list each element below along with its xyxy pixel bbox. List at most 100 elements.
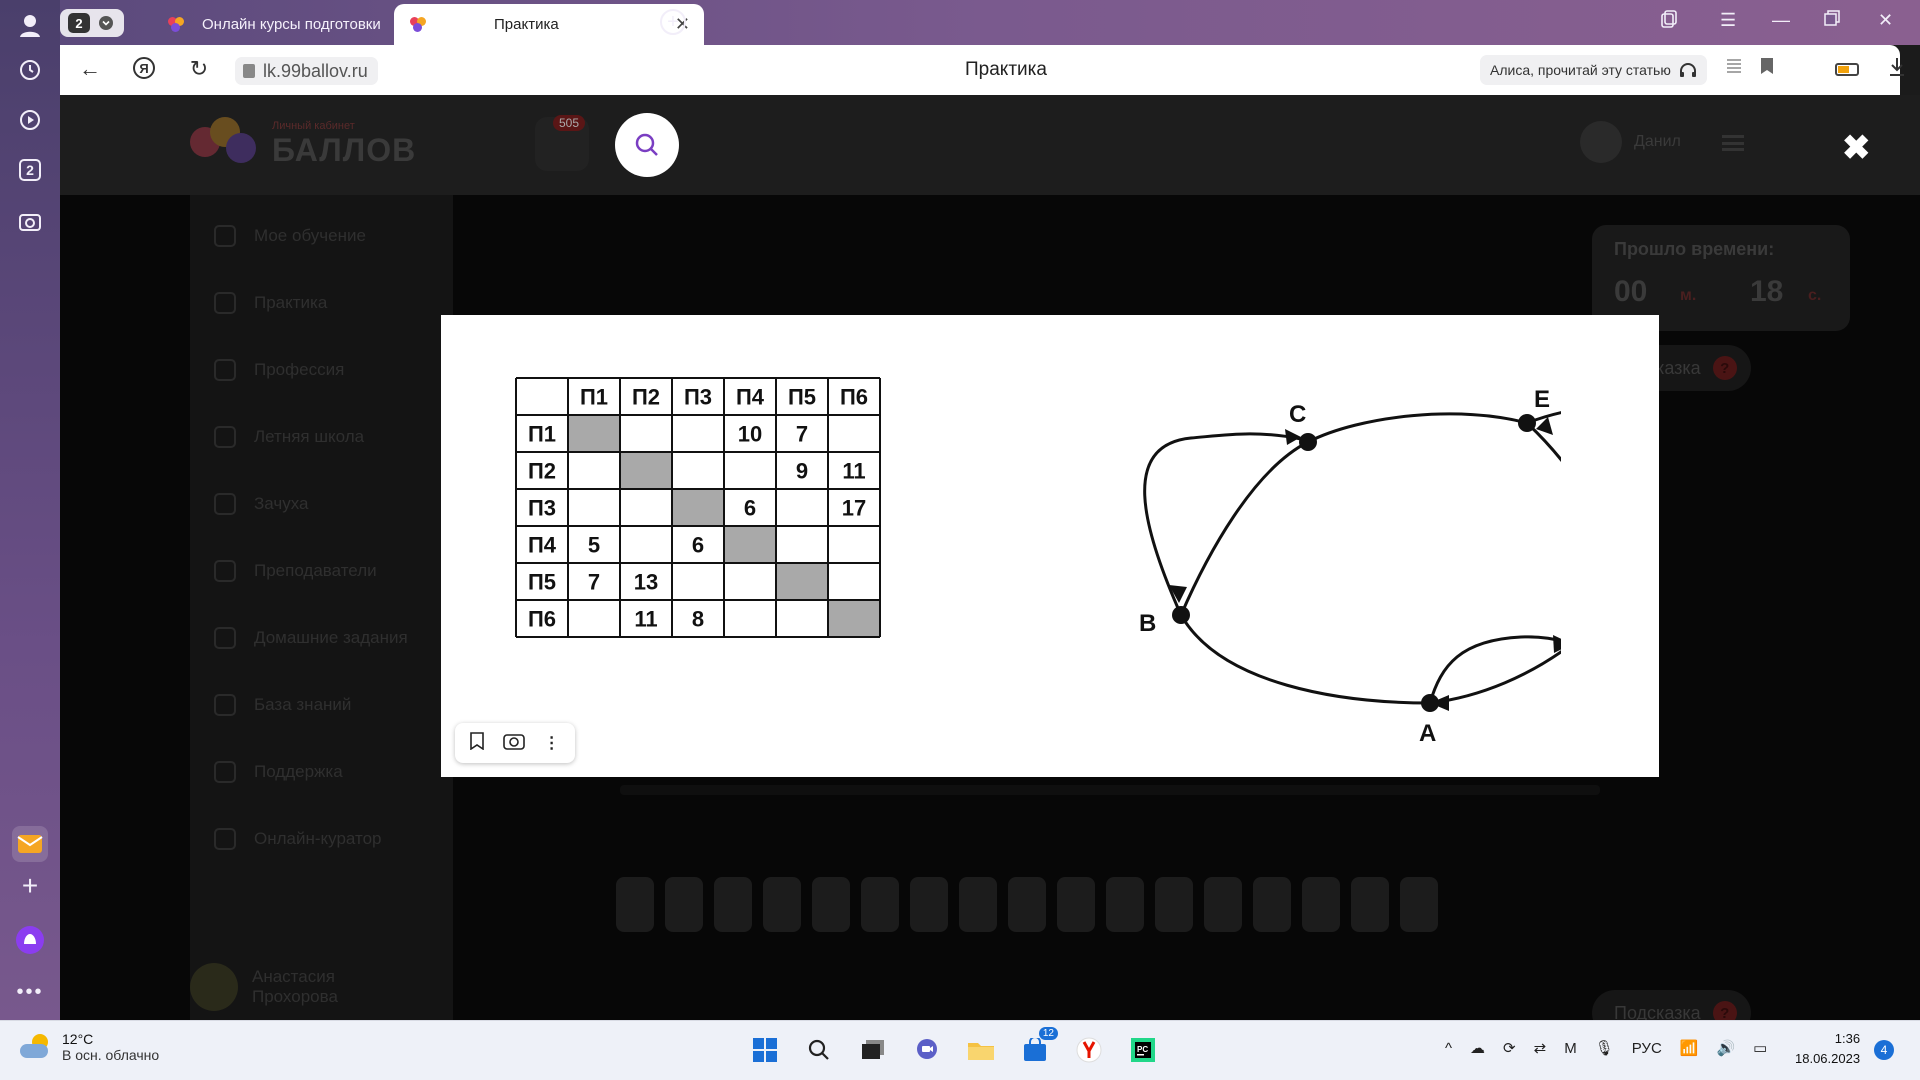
answer-char-box[interactable] xyxy=(1302,877,1340,932)
windows-taskbar: 12°C В осн. облачно 12 PC ^ ☁ ⟳ ⇄ M 🎙 РУ… xyxy=(0,1020,1920,1080)
answer-char-box[interactable] xyxy=(1204,877,1242,932)
sidebar-item-summer-school[interactable]: Летняя школа xyxy=(214,426,364,448)
tab-practice[interactable]: Практика ✕ xyxy=(394,4,704,45)
clock[interactable]: 1:36 18.06.2023 xyxy=(1795,1029,1860,1069)
wifi-icon[interactable]: 📶 xyxy=(1680,1039,1699,1057)
sidebar-item-knowledge-base[interactable]: База знаний xyxy=(214,694,351,716)
minimize-icon[interactable]: — xyxy=(1772,10,1790,31)
chevron-up-icon[interactable]: ^ xyxy=(1445,1040,1452,1057)
lock-icon xyxy=(243,64,255,78)
answer-char-box[interactable] xyxy=(714,877,752,932)
logo-mark-icon xyxy=(190,117,260,171)
more-icon[interactable]: ••• xyxy=(12,974,48,1010)
meet-icon[interactable]: M xyxy=(1564,1040,1577,1057)
bookmark-icon[interactable] xyxy=(470,731,485,755)
headphones-icon xyxy=(1679,63,1696,77)
row-header: П1 xyxy=(528,422,556,447)
site-logo[interactable]: Личный кабинет БАЛЛОВ xyxy=(190,117,416,171)
weather-widget[interactable]: 12°C В осн. облачно xyxy=(20,1031,159,1063)
answer-char-box[interactable] xyxy=(616,877,654,932)
language-indicator[interactable]: РУС xyxy=(1632,1040,1662,1057)
sidebar-item-teachers[interactable]: Преподаватели xyxy=(214,560,377,582)
sidebar-item-profession[interactable]: Профессия xyxy=(214,359,344,381)
store-icon[interactable]: 12 xyxy=(1018,1027,1058,1067)
answer-char-box[interactable] xyxy=(1400,877,1438,932)
book-icon xyxy=(214,225,236,247)
sidebar-item-label: Домашние задания xyxy=(254,628,408,647)
answer-char-box[interactable] xyxy=(812,877,850,932)
answer-char-box[interactable] xyxy=(910,877,948,932)
alice-read-button[interactable]: Алиса, прочитай эту статью xyxy=(1480,55,1707,85)
answer-char-box[interactable] xyxy=(959,877,997,932)
close-window-icon[interactable]: ✕ xyxy=(1878,10,1893,31)
answer-char-box[interactable] xyxy=(1008,877,1046,932)
restore-icon[interactable] xyxy=(1824,10,1840,31)
sync-icon[interactable]: ⟳ xyxy=(1503,1039,1516,1057)
answer-char-box[interactable] xyxy=(1351,877,1389,932)
volume-icon[interactable]: 🔊 xyxy=(1716,1039,1735,1057)
reload-icon[interactable]: ↻ xyxy=(185,56,213,82)
tabs-counter-button[interactable]: 2 xyxy=(12,152,48,188)
search-button[interactable] xyxy=(615,113,679,177)
answer-char-box[interactable] xyxy=(665,877,703,932)
bookmark-icon[interactable] xyxy=(1760,57,1774,81)
microphone-icon[interactable]: 🎙 xyxy=(1595,1039,1614,1057)
table-cell: 8 xyxy=(692,607,704,632)
alice-icon[interactable] xyxy=(12,922,48,958)
answer-char-box[interactable] xyxy=(763,877,801,932)
edge-e-d xyxy=(1525,421,1561,463)
mail-icon[interactable] xyxy=(12,826,48,862)
history-icon[interactable] xyxy=(12,52,48,88)
pycharm-icon[interactable]: PC xyxy=(1126,1033,1160,1067)
sidebar-item-my-learning[interactable]: Мое обучение xyxy=(214,225,366,247)
sun-icon xyxy=(214,426,236,448)
user-menu[interactable]: Данил xyxy=(1580,121,1681,163)
reader-mode-icon[interactable] xyxy=(1725,57,1743,81)
close-modal-icon[interactable]: ✖ xyxy=(1842,131,1871,165)
hamburger-icon[interactable] xyxy=(1722,135,1744,151)
sidebar-item-practice[interactable]: Практика xyxy=(214,292,327,314)
system-tray: ^ ☁ ⟳ ⇄ M 🎙 РУС 📶 🔊 ▭ xyxy=(1445,1039,1767,1058)
hint-button-2[interactable]: Подсказка ? xyxy=(1592,990,1751,1020)
chat-icon[interactable] xyxy=(910,1033,944,1067)
sidebar-item-homework[interactable]: Домашние задания xyxy=(214,627,408,649)
onedrive-icon[interactable]: ☁ xyxy=(1470,1039,1485,1057)
logo-caption: Личный кабинет xyxy=(272,119,355,132)
add-panel-icon[interactable]: + xyxy=(12,868,48,904)
column-header: П2 xyxy=(632,385,660,410)
road-graph: C E D B F A xyxy=(1139,386,1561,745)
tab-group-counter[interactable]: 2 xyxy=(60,9,124,37)
camera-icon[interactable] xyxy=(503,732,525,755)
sidebar-item-zachukha[interactable]: Зачуха xyxy=(214,493,308,515)
new-tab-button[interactable]: + xyxy=(660,9,686,35)
battery-saver-icon[interactable] xyxy=(1835,63,1859,76)
more-vertical-icon[interactable]: ⋮ xyxy=(544,733,560,753)
profile-icon[interactable] xyxy=(12,8,48,44)
task-view-icon[interactable] xyxy=(856,1033,890,1067)
sidebar-item-online-curator[interactable]: Онлайн-куратор xyxy=(214,828,382,850)
answer-char-box[interactable] xyxy=(861,877,899,932)
sidebar-user[interactable]: Анастасия Прохорова xyxy=(190,963,338,1011)
video-icon[interactable] xyxy=(12,102,48,138)
yandex-home-icon[interactable]: Я xyxy=(130,56,158,86)
answer-char-box[interactable] xyxy=(1155,877,1193,932)
menu-icon[interactable]: ☰ xyxy=(1720,10,1736,31)
screenshot-icon[interactable] xyxy=(12,204,48,240)
url-field[interactable]: lk.99ballov.ru xyxy=(235,57,378,85)
notifications-badge[interactable]: 4 xyxy=(1874,1040,1894,1060)
back-icon[interactable]: ← xyxy=(76,56,104,82)
windows-start-icon[interactable] xyxy=(748,1033,782,1067)
tab-strip: 2 Онлайн курсы подготовки Практика ✕ + ☰… xyxy=(60,0,1920,45)
search-icon[interactable] xyxy=(802,1033,836,1067)
collections-icon[interactable] xyxy=(1660,10,1678,33)
answer-char-box[interactable] xyxy=(1106,877,1144,932)
battery-icon[interactable]: ▭ xyxy=(1753,1039,1767,1057)
file-explorer-icon[interactable] xyxy=(964,1033,998,1067)
sidebar-item-support[interactable]: Поддержка xyxy=(214,761,343,783)
table-cell: 11 xyxy=(634,607,657,632)
downloads-icon[interactable] xyxy=(1888,57,1906,83)
answer-char-box[interactable] xyxy=(1057,877,1095,932)
yandex-browser-icon[interactable] xyxy=(1072,1033,1106,1067)
network-adapter-icon[interactable]: ⇄ xyxy=(1534,1039,1547,1057)
answer-char-box[interactable] xyxy=(1253,877,1291,932)
